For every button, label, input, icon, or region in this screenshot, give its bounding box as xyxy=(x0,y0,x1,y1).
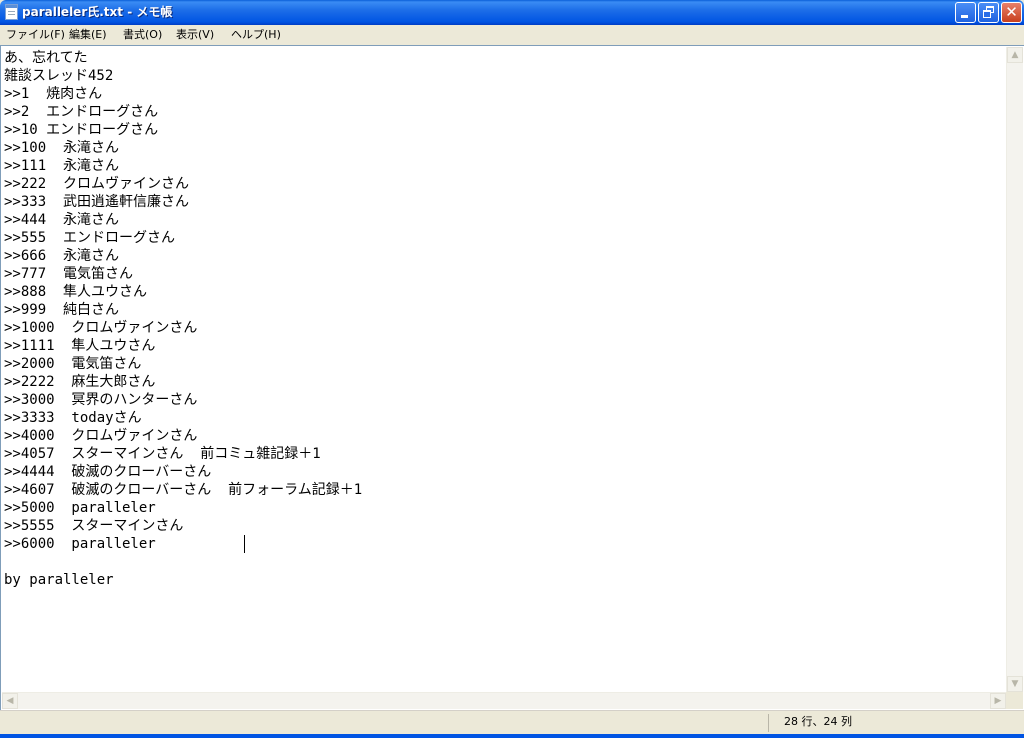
text-line: >>10 エンドローグさん xyxy=(4,122,159,138)
text-line: >>4607 破滅のクローバーさん 前フォーラム記録＋1 xyxy=(4,482,363,498)
text-line: あ、忘れてた xyxy=(4,50,88,66)
text-line: >>100 永滝さん xyxy=(4,140,120,156)
text-line: >>1 焼肉さん xyxy=(4,86,103,102)
text-caret xyxy=(244,535,245,553)
close-icon: ✕ xyxy=(1005,3,1018,21)
chevron-up-icon: ▲ xyxy=(1011,50,1019,60)
window-title: paralleler氏.txt - メモ帳 xyxy=(22,5,173,19)
text-line: >>666 永滝さん xyxy=(4,248,120,264)
scroll-left-button[interactable]: ◀ xyxy=(2,693,18,709)
title-bar[interactable]: paralleler氏.txt - メモ帳 ✕ xyxy=(0,0,1024,25)
text-line: >>111 永滝さん xyxy=(4,158,120,174)
text-line: >>5555 スターマインさん xyxy=(4,518,184,534)
menu-view[interactable]: 表示(V) xyxy=(176,28,214,42)
status-divider xyxy=(768,714,769,732)
menu-format[interactable]: 書式(O) xyxy=(123,28,162,42)
status-bar: 28 行、24 列 xyxy=(0,710,1024,734)
text-line: 雑談スレッド452 xyxy=(4,68,114,84)
text-line: >>222 クロムヴァインさん xyxy=(4,176,190,192)
text-line: >>999 純白さん xyxy=(4,302,120,318)
notepad-document-icon[interactable] xyxy=(5,4,18,20)
editor-frame: あ、忘れてた 雑談スレッド452 >>1 焼肉さん >>2 エンドローグさん >… xyxy=(0,45,1024,710)
text-line: >>333 武田逍遙軒信廉さん xyxy=(4,194,190,210)
vertical-scrollbar[interactable]: ▲ ▼ xyxy=(1006,47,1023,692)
text-line: >>6000 paralleler xyxy=(4,536,156,552)
close-button[interactable]: ✕ xyxy=(1001,2,1022,23)
chevron-right-icon: ▶ xyxy=(994,696,1002,706)
horizontal-scrollbar[interactable]: ◀ ▶ xyxy=(2,692,1006,709)
scrollbar-corner xyxy=(1006,692,1023,709)
text-editor[interactable]: あ、忘れてた 雑談スレッド452 >>1 焼肉さん >>2 エンドローグさん >… xyxy=(2,47,1006,692)
text-line: >>5000 paralleler xyxy=(4,500,156,516)
text-line: >>3000 冥界のハンターさん xyxy=(4,392,198,408)
minimize-button[interactable] xyxy=(955,2,976,23)
text-line: >>3333 todayさん xyxy=(4,410,142,426)
cursor-position: 28 行、24 列 xyxy=(784,715,852,728)
chevron-down-icon: ▼ xyxy=(1011,679,1019,689)
text-line: >>2 エンドローグさん xyxy=(4,104,159,120)
window-bottom-border xyxy=(0,734,1024,738)
restore-icon-front xyxy=(983,10,991,18)
text-line: >>4000 クロムヴァインさん xyxy=(4,428,198,444)
text-line: >>777 電気笛さん xyxy=(4,266,134,282)
text-line: >>1000 クロムヴァインさん xyxy=(4,320,198,336)
minimize-icon xyxy=(961,15,968,18)
text-line: >>1111 隼人ユウさん xyxy=(4,338,156,354)
text-line: >>4444 破滅のクローバーさん xyxy=(4,464,212,480)
scroll-right-button[interactable]: ▶ xyxy=(990,693,1006,709)
text-line: >>4057 スターマインさん 前コミュ雑記録＋1 xyxy=(4,446,321,462)
scroll-up-button[interactable]: ▲ xyxy=(1007,47,1023,63)
text-line: >>888 隼人ユウさん xyxy=(4,284,148,300)
restore-button[interactable] xyxy=(978,2,999,23)
menu-file[interactable]: ファイル(F) xyxy=(6,28,65,42)
menu-edit[interactable]: 編集(E) xyxy=(69,28,107,42)
text-line: >>2222 麻生大郎さん xyxy=(4,374,156,390)
menu-help[interactable]: ヘルプ(H) xyxy=(231,28,281,42)
chevron-left-icon: ◀ xyxy=(6,696,14,706)
text-line: by paralleler xyxy=(4,572,114,588)
text-line: >>444 永滝さん xyxy=(4,212,120,228)
text-line: >>555 エンドローグさん xyxy=(4,230,176,246)
menu-bar: ファイル(F) 編集(E) 書式(O) 表示(V) ヘルプ(H) xyxy=(0,25,1024,45)
notepad-window: paralleler氏.txt - メモ帳 ✕ ファイル(F) 編集(E) 書式… xyxy=(0,0,1024,738)
scroll-down-button[interactable]: ▼ xyxy=(1007,676,1023,692)
text-line: >>2000 電気笛さん xyxy=(4,356,142,372)
